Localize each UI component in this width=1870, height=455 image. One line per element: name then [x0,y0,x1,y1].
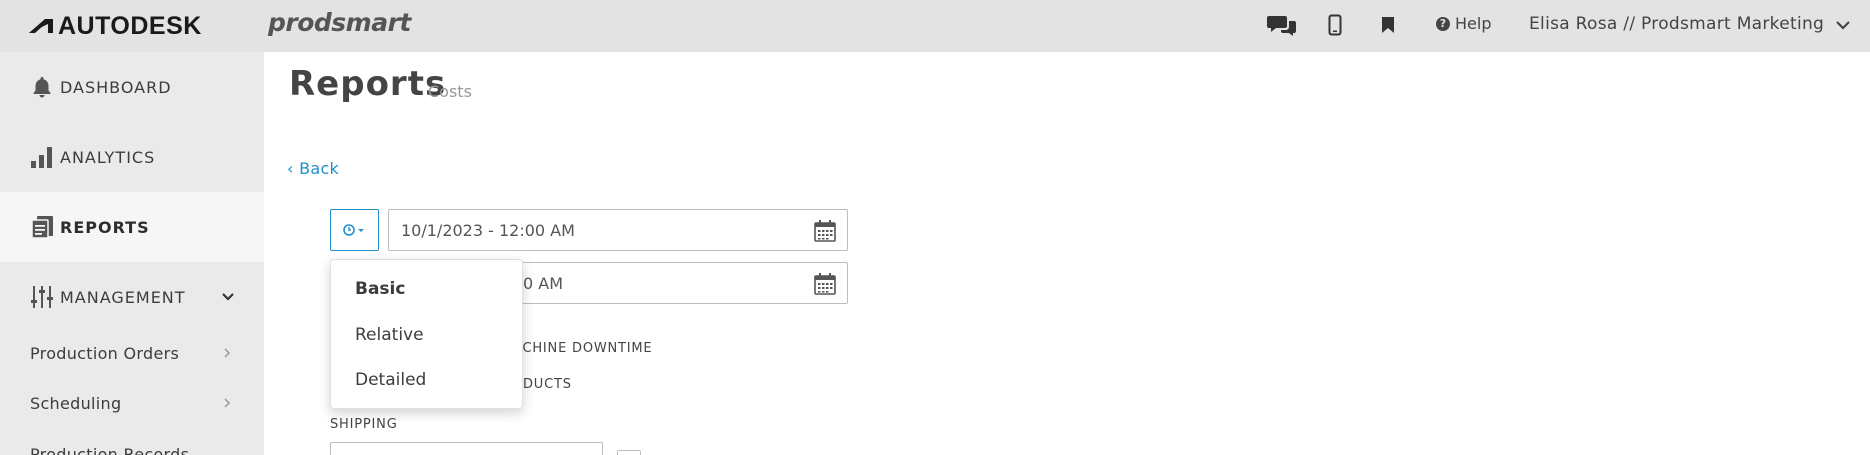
option-machine-downtime-label: ACHINE DOWNTIME [513,341,653,356]
help-icon: ? [1436,16,1450,31]
back-link[interactable]: ‹ Back [287,159,339,178]
autodesk-logo[interactable]: AUTODESK [28,12,202,40]
chevron-right-icon [224,348,231,358]
top-bar: AUTODESK prodsmart ? Help Elisa Rosa // … [0,0,1870,52]
chevron-right-icon [224,398,231,408]
date-mode-dropdown-button[interactable] [330,209,379,251]
sidebar-item-label: DASHBOARD [60,77,172,97]
shipping-label: SHIPPING [330,417,398,432]
bell-icon [33,77,51,98]
product-logo[interactable]: prodsmart [268,8,411,37]
date-to-value: 0 AM [523,274,564,293]
dropdown-option-detailed[interactable]: Detailed [355,370,426,390]
sidebar-subitem-production-orders[interactable]: Production Orders [0,333,264,373]
mobile-icon[interactable] [1327,12,1343,38]
report-icon [31,216,53,239]
clock-icon [342,224,364,236]
sidebar-item-label: REPORTS [60,217,150,237]
date-from-value: 10/1/2023 - 12:00 AM [401,221,575,240]
sidebar: DASHBOARD ANALYTICS REPORTS MANAGEMENT P… [0,52,264,455]
help-link[interactable]: ? Help [1436,14,1491,33]
shipping-checkbox[interactable] [617,450,641,455]
sidebar-subitem-label: Production Orders [30,343,180,363]
date-from-field[interactable]: 10/1/2023 - 12:00 AM [388,209,848,251]
chevron-down-icon[interactable] [220,289,236,305]
sliders-icon [31,286,53,308]
sidebar-subitem-label: Scheduling [30,393,122,413]
bookmark-icon[interactable] [1380,12,1396,38]
dropdown-option-basic[interactable]: Basic [355,279,405,299]
sidebar-item-analytics[interactable]: ANALYTICS [0,122,264,192]
date-mode-dropdown-menu: Basic Relative Detailed [330,259,523,409]
chat-icon[interactable] [1266,12,1298,38]
page-title: Reports [289,64,447,104]
sidebar-item-reports[interactable]: REPORTS [0,192,264,262]
autodesk-logo-mark-icon [29,19,53,33]
sidebar-subitem-production-records[interactable]: Production Records [0,434,264,455]
help-label: Help [1455,14,1492,33]
sidebar-item-label: MANAGEMENT [60,287,186,307]
sidebar-item-dashboard[interactable]: DASHBOARD [0,52,264,122]
sidebar-subitem-scheduling[interactable]: Scheduling [0,383,264,423]
calendar-icon[interactable] [813,219,837,243]
dropdown-option-relative[interactable]: Relative [355,325,424,345]
chevron-down-icon[interactable] [1834,16,1852,34]
option-products-label: DUCTS [523,377,572,392]
user-menu[interactable]: Elisa Rosa // Prodsmart Marketing [1529,14,1824,34]
brand-text: AUTODESK [58,11,202,40]
shipping-input[interactable] [330,442,603,455]
bar-chart-icon [31,147,52,168]
sidebar-subitem-label: Production Records [30,444,190,455]
sidebar-item-management[interactable]: MANAGEMENT [0,262,264,332]
sidebar-item-label: ANALYTICS [60,147,156,167]
page-subtitle: Costs [428,82,472,101]
calendar-icon[interactable] [813,272,837,296]
